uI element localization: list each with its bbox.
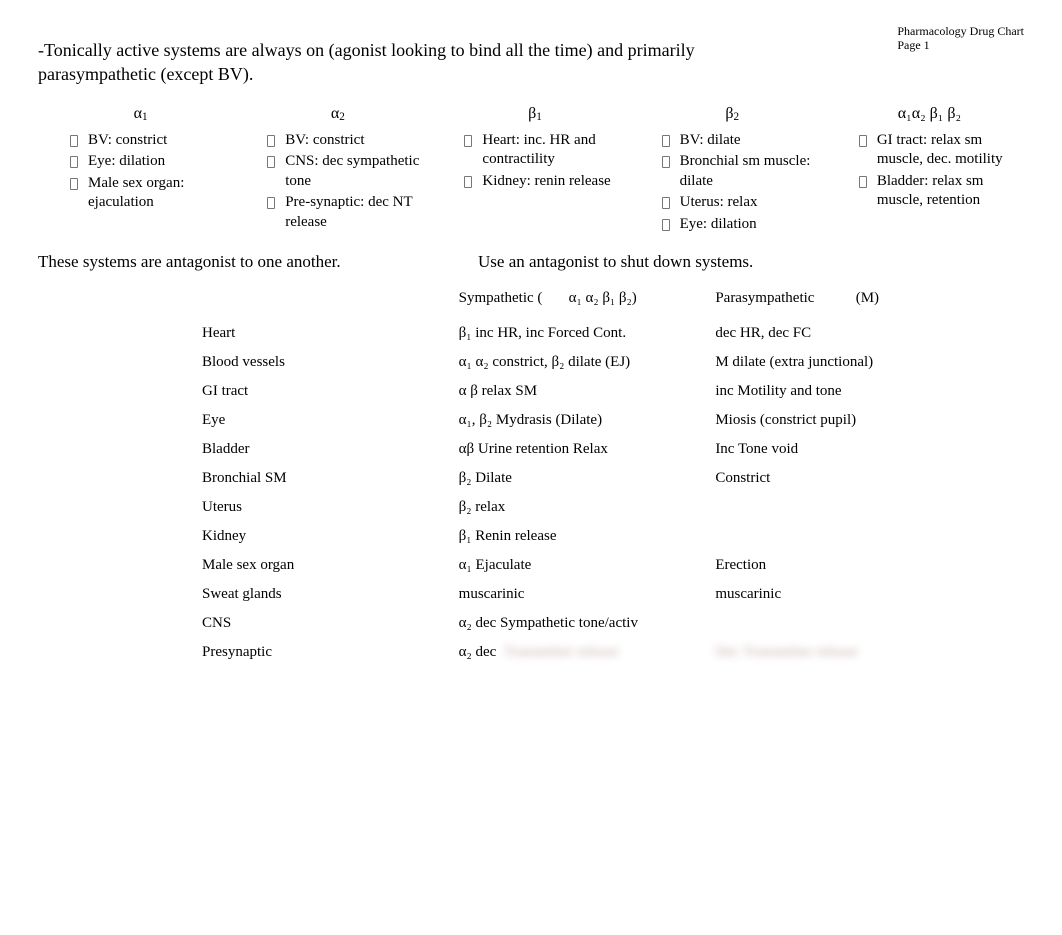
list-item: BV: constrict bbox=[70, 131, 233, 151]
row-key: Bronchial SM bbox=[198, 464, 455, 493]
header-parasympathetic: Parasympathetic (M) bbox=[711, 284, 958, 313]
receptor-col-beta1: β1 Heart: inc. HR and contractility Kidn… bbox=[436, 105, 633, 237]
header-title: Pharmacology Drug Chart bbox=[897, 24, 1024, 38]
table-row: Sweat glands muscarinic muscarinic bbox=[198, 580, 958, 609]
receptor-title: α₁α₂ β₁ β₂ bbox=[837, 105, 1022, 123]
table-row: CNS α₂ dec Sympathetic tone/activ bbox=[198, 609, 958, 638]
row-key: Eye bbox=[198, 406, 455, 435]
row-para: Inc Tone void bbox=[711, 435, 958, 464]
list-item: BV: dilate bbox=[662, 131, 825, 151]
row-key: Kidney bbox=[198, 522, 455, 551]
row-symp: α β relax SM bbox=[455, 377, 712, 406]
row-symp: α₁ Ejaculate bbox=[455, 551, 712, 580]
list-item: CNS: dec sympathetic tone bbox=[267, 152, 430, 191]
list-item: Eye: dilation bbox=[662, 215, 825, 235]
row-key: CNS bbox=[198, 609, 455, 638]
row-symp: β₁ inc HR, inc Forced Cont. bbox=[455, 319, 712, 348]
receptor-title: α2 bbox=[245, 105, 430, 123]
row-symp: β₂ Dilate bbox=[455, 464, 712, 493]
systems-table: Sympathetic ( α₁ α₂ β₁ β₂) Parasympathet… bbox=[198, 284, 958, 667]
row-para: inc Motility and tone bbox=[711, 377, 958, 406]
table-row: Bladder αβ Urine retention Relax Inc Ton… bbox=[198, 435, 958, 464]
header-sympathetic: Sympathetic ( α₁ α₂ β₁ β₂) bbox=[455, 284, 712, 313]
row-key: GI tract bbox=[198, 377, 455, 406]
row-symp: β₂ relax bbox=[455, 493, 712, 522]
table-row: Eye α₁, β₂ Mydrasis (Dilate) Miosis (con… bbox=[198, 406, 958, 435]
row-para bbox=[711, 609, 958, 638]
receptor-title: α1 bbox=[48, 105, 233, 123]
row-key: Blood vessels bbox=[198, 348, 455, 377]
receptor-list: GI tract: relax sm muscle, dec. motility… bbox=[837, 131, 1022, 211]
intro-text: -Tonically active systems are always on … bbox=[38, 38, 748, 87]
row-key: Male sex organ bbox=[198, 551, 455, 580]
list-item: Kidney: renin release bbox=[464, 172, 627, 192]
list-item: BV: constrict bbox=[267, 131, 430, 151]
blurred-text: Transmitter release bbox=[504, 644, 619, 660]
receptor-list: BV: constrict CNS: dec sympathetic tone … bbox=[245, 131, 430, 233]
table-header: Sympathetic ( α₁ α₂ β₁ β₂) Parasympathet… bbox=[198, 284, 958, 313]
receptor-title: β2 bbox=[640, 105, 825, 123]
blurred-text: Dec Transmitter release bbox=[715, 644, 857, 660]
row-para: M dilate (extra junctional) bbox=[711, 348, 958, 377]
row-symp: α₁, β₂ Mydrasis (Dilate) bbox=[455, 406, 712, 435]
table-row: Uterus β₂ relax bbox=[198, 493, 958, 522]
table-row: Heart β₁ inc HR, inc Forced Cont. dec HR… bbox=[198, 319, 958, 348]
row-symp: α₂ dec Sympathetic tone/activ bbox=[455, 609, 712, 638]
row-para: Erection bbox=[711, 551, 958, 580]
list-item: Bladder: relax sm muscle, retention bbox=[859, 172, 1022, 211]
row-symp: α₂ dec Transmitter release bbox=[455, 638, 712, 667]
row-para: Miosis (constrict pupil) bbox=[711, 406, 958, 435]
table-row: Blood vessels α₁ α₂ constrict, β₂ dilate… bbox=[198, 348, 958, 377]
midline-b: Use an antagonist to shut down systems. bbox=[478, 252, 753, 272]
receptor-list: BV: dilate Bronchial sm muscle: dilate U… bbox=[640, 131, 825, 235]
receptor-col-beta2: β2 BV: dilate Bronchial sm muscle: dilat… bbox=[634, 105, 831, 237]
list-item: Bronchial sm muscle: dilate bbox=[662, 152, 825, 191]
table-row: Bronchial SM β₂ Dilate Constrict bbox=[198, 464, 958, 493]
receptor-col-alpha1: α1 BV: constrict Eye: dilation Male sex … bbox=[42, 105, 239, 237]
receptor-title: β1 bbox=[442, 105, 627, 123]
list-item: Eye: dilation bbox=[70, 152, 233, 172]
receptor-col-all: α₁α₂ β₁ β₂ GI tract: relax sm muscle, de… bbox=[831, 105, 1028, 237]
row-key: Heart bbox=[198, 319, 455, 348]
header-page: Page 1 bbox=[897, 38, 1024, 52]
row-symp: α₁ α₂ constrict, β₂ dilate (EJ) bbox=[455, 348, 712, 377]
row-symp: β₁ Renin release bbox=[455, 522, 712, 551]
row-symp: muscarinic bbox=[455, 580, 712, 609]
receptor-list: Heart: inc. HR and contractility Kidney:… bbox=[442, 131, 627, 192]
table-row: GI tract α β relax SM inc Motility and t… bbox=[198, 377, 958, 406]
receptor-row: α1 BV: constrict Eye: dilation Male sex … bbox=[38, 105, 1028, 237]
row-para: Dec Transmitter release bbox=[711, 638, 958, 667]
row-key: Presynaptic bbox=[198, 638, 455, 667]
receptor-col-alpha2: α2 BV: constrict CNS: dec sympathetic to… bbox=[239, 105, 436, 237]
list-item: Pre-synaptic: dec NT release bbox=[267, 193, 430, 232]
row-para bbox=[711, 493, 958, 522]
midline-a: These systems are antagonist to one anot… bbox=[38, 252, 478, 272]
row-key: Sweat glands bbox=[198, 580, 455, 609]
row-para bbox=[711, 522, 958, 551]
table-row: Male sex organ α₁ Ejaculate Erection bbox=[198, 551, 958, 580]
list-item: Heart: inc. HR and contractility bbox=[464, 131, 627, 170]
receptor-list: BV: constrict Eye: dilation Male sex org… bbox=[48, 131, 233, 213]
table-row: Kidney β₁ Renin release bbox=[198, 522, 958, 551]
row-para: Constrict bbox=[711, 464, 958, 493]
midline: These systems are antagonist to one anot… bbox=[38, 252, 1024, 272]
list-item: GI tract: relax sm muscle, dec. motility bbox=[859, 131, 1022, 170]
list-item: Male sex organ: ejaculation bbox=[70, 174, 233, 213]
row-para: muscarinic bbox=[711, 580, 958, 609]
row-key: Bladder bbox=[198, 435, 455, 464]
table-row: Presynaptic α₂ dec Transmitter release D… bbox=[198, 638, 958, 667]
row-symp: αβ Urine retention Relax bbox=[455, 435, 712, 464]
page-header: Pharmacology Drug Chart Page 1 bbox=[897, 24, 1024, 53]
row-key: Uterus bbox=[198, 493, 455, 522]
row-para: dec HR, dec FC bbox=[711, 319, 958, 348]
list-item: Uterus: relax bbox=[662, 193, 825, 213]
